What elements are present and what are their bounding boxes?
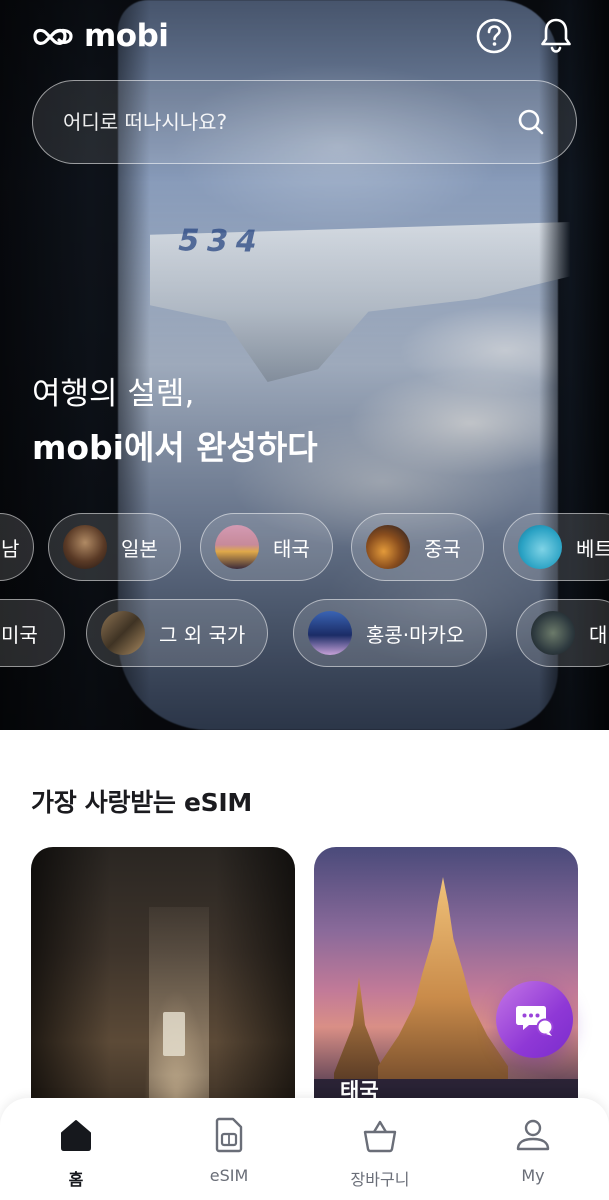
country-chip-thailand[interactable]: 태국 — [200, 513, 333, 581]
country-chip-partial[interactable]: 남 — [0, 513, 34, 581]
hongkong-photo — [308, 611, 352, 655]
top-bar: mobi — [0, 0, 609, 76]
mobi-logo[interactable]: mobi — [30, 18, 169, 54]
country-chip-row-2: 미국 그 외 국가 홍콩·마카오 대 — [0, 599, 609, 667]
home-icon — [61, 1120, 91, 1151]
japan-photo — [63, 525, 107, 569]
chip-label: 중국 — [424, 536, 461, 561]
logo-text: mobi — [84, 18, 169, 54]
nav-home[interactable]: 홈 — [16, 1116, 136, 1196]
nav-label: eSIM — [209, 1166, 249, 1185]
nav-cart[interactable]: 장바구니 — [320, 1116, 440, 1196]
nav-my[interactable]: My — [473, 1116, 593, 1196]
country-chip-china[interactable]: 중국 — [351, 513, 484, 581]
search-input[interactable] — [63, 110, 516, 134]
china-photo — [366, 525, 410, 569]
country-chip-taiwan[interactable]: 대 — [516, 599, 609, 667]
temple-spire-main — [378, 877, 508, 1097]
section-title: 가장 사랑받는 eSIM — [31, 788, 252, 817]
chat-bubbles-icon — [515, 1005, 553, 1036]
search-icon[interactable] — [516, 107, 546, 137]
nav-esim[interactable]: eSIM — [169, 1116, 289, 1196]
mobi-logo-icon — [33, 28, 73, 45]
thailand-photo — [215, 525, 259, 569]
chip-label: 남 — [1, 536, 20, 561]
chip-label: 태국 — [273, 536, 310, 561]
chip-label: 홍콩·마카오 — [366, 622, 465, 647]
user-icon — [516, 1119, 550, 1151]
country-chip-japan[interactable]: 일본 — [48, 513, 181, 581]
chip-label: 베트 — [576, 536, 609, 561]
other-countries-photo — [101, 611, 145, 655]
country-chip-vietnam[interactable]: 베트 — [503, 513, 609, 581]
search-bar[interactable] — [32, 80, 577, 164]
taiwan-photo — [531, 611, 575, 655]
help-icon[interactable] — [475, 17, 513, 55]
shop-sign — [163, 1012, 185, 1056]
country-chip-hongkong-macau[interactable]: 홍콩·마카오 — [293, 599, 488, 667]
sim-card-icon — [215, 1117, 243, 1153]
nav-label: My — [521, 1166, 545, 1185]
basket-icon — [363, 1120, 397, 1153]
nav-label: 장바구니 — [350, 1170, 410, 1189]
hero-headline: 여행의 설렘, mobi에서 완성하다 — [32, 372, 318, 476]
chip-label: 그 외 국가 — [159, 622, 246, 647]
headline-line-1: 여행의 설렘, — [32, 376, 195, 412]
chip-label: 일본 — [121, 536, 158, 561]
headline-line-2: mobi에서 완성하다 — [32, 428, 318, 467]
notification-bell-icon[interactable] — [537, 15, 575, 55]
chip-label: 미국 — [1, 622, 38, 647]
chip-label: 대 — [589, 622, 608, 647]
vietnam-photo — [518, 525, 562, 569]
bottom-navigation: 홈 eSIM 장바구니 My — [0, 1098, 609, 1200]
hero-banner: 534 mobi 여행의 설렘, mobi에서 완성하다 — [0, 0, 609, 730]
chat-button[interactable] — [496, 981, 573, 1058]
country-chip-row-1: 남 일본 태국 중국 베트 — [0, 513, 609, 581]
nav-label: 홈 — [68, 1170, 84, 1189]
country-chip-usa[interactable]: 미국 — [0, 599, 65, 667]
country-chip-other[interactable]: 그 외 국가 — [86, 599, 269, 667]
